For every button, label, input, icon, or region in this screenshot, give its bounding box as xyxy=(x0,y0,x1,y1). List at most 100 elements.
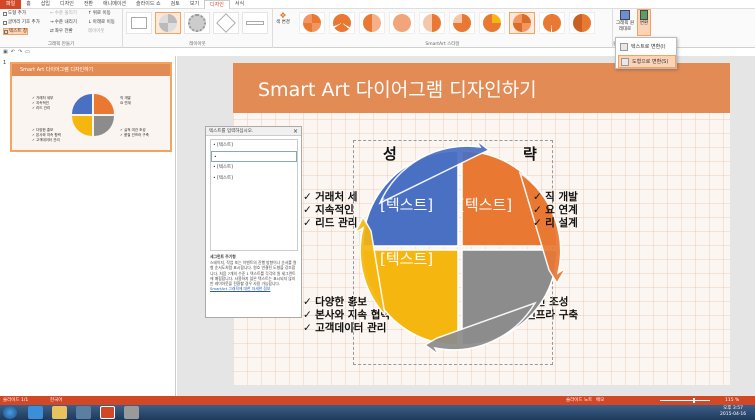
text-pane-item[interactable] xyxy=(211,151,297,163)
text-pane-list[interactable]: [텍스트] [텍스트] [텍스트] xyxy=(210,139,298,251)
text-pane-title: 텍스트를 입력하십시오. xyxy=(209,129,254,134)
layout-description: 세그먼트 주기형 스테이지, 작업 또는 이벤트의 진행 방향이나 순서를 원형… xyxy=(210,254,298,291)
tab-format[interactable]: 서식 xyxy=(230,0,249,9)
zoom-slider[interactable] xyxy=(660,400,710,401)
slide[interactable]: Smart Art 다이어그램 디자인하기 성 략 거래처 세 지속적인 리드 … xyxy=(233,63,730,385)
style-option-3[interactable] xyxy=(359,12,385,34)
start-slideshow-icon[interactable]: ▭ xyxy=(25,49,30,55)
style-option-9[interactable] xyxy=(539,12,565,34)
layout-option-gear[interactable] xyxy=(184,12,210,34)
move-down-button[interactable]: ↓ 아래로 이동 xyxy=(88,19,115,26)
segment-text-blue[interactable]: [텍스트] xyxy=(380,194,433,215)
tab-file[interactable]: 파일 xyxy=(0,0,22,9)
svg-text:✓ 지속적인: ✓ 지속적인 xyxy=(32,100,49,105)
layout-option-radial[interactable] xyxy=(213,12,239,34)
demote-button[interactable]: → 수준 내리기 xyxy=(50,19,77,26)
change-colors-button[interactable]: ❖ 색 변경 xyxy=(276,12,290,33)
tab-smartart-design[interactable]: 디자인 xyxy=(204,0,230,9)
bullet-icon xyxy=(3,20,7,25)
svg-text:직 개발: 직 개발 xyxy=(120,95,132,100)
add-shape-button[interactable]: 도형 추가 xyxy=(3,10,26,17)
smartart-text-pane[interactable]: 텍스트를 입력하십시오. × [텍스트] [텍스트] [텍스트] 세그먼트 주기… xyxy=(205,126,302,318)
segment-text-yellow[interactable]: [텍스트] xyxy=(380,248,433,269)
demote-icon: → xyxy=(50,20,54,25)
tab-animations[interactable]: 애니메이션 xyxy=(98,0,131,9)
tab-review[interactable]: 검토 xyxy=(166,0,185,9)
layout-option-segmented-cycle[interactable] xyxy=(155,12,181,34)
convert-to-shapes-item[interactable]: 도형으로 변환(S) xyxy=(618,55,676,68)
style-option-5[interactable] xyxy=(419,12,445,34)
style-option-7[interactable] xyxy=(479,12,505,34)
redo-icon[interactable]: ↷ xyxy=(18,49,22,55)
tab-design[interactable]: 디자인 xyxy=(55,0,79,9)
reset-graphic-button[interactable]: 그래픽 원래대로 xyxy=(615,10,635,36)
text-pane-item[interactable]: [텍스트] xyxy=(211,140,297,151)
folder-icon[interactable] xyxy=(52,406,67,419)
create-graphic-group: 도형 추가 글머리 기호 추가 텍스트 창 ← 수준 올리기 → 수준 내리기 ⇄ 좌… xyxy=(0,9,123,48)
zoom-level[interactable]: 115 % xyxy=(725,396,739,405)
smartart-help-link[interactable]: SmartArt 그래픽에 대한 자세한 정보 xyxy=(210,286,298,291)
promote-icon: ← xyxy=(50,11,54,16)
reset-graphic-icon xyxy=(620,10,630,20)
promote-button[interactable]: ← 수준 올리기 xyxy=(50,10,77,17)
comments-button[interactable]: 메모 xyxy=(596,396,604,405)
bullet-item: 리 설계 xyxy=(533,217,578,230)
right-top-bullets[interactable]: 직 개발 요 연계 리 설계 xyxy=(533,191,578,230)
add-shape-icon xyxy=(3,11,7,16)
layout-description-body: 스테이지, 작업 또는 이벤트의 진행 방향이나 순서를 원형 순서도처럼 표시… xyxy=(210,260,297,287)
style-option-6[interactable] xyxy=(449,12,475,34)
tab-home[interactable]: 홈 xyxy=(21,0,36,9)
zoom-slider-thumb[interactable] xyxy=(693,398,695,403)
tab-slideshow[interactable]: 슬라이드 쇼 xyxy=(131,0,166,9)
text-pane-item[interactable]: [텍스트] xyxy=(211,173,297,184)
tab-transitions[interactable]: 전환 xyxy=(79,0,98,9)
convert-menu: 텍스트로 변환(I) 도형으로 변환(S) xyxy=(615,37,677,69)
smartart-styles-label: SmartArt 스타일 xyxy=(425,42,460,47)
app-icon[interactable] xyxy=(124,406,139,419)
slide-thumbnail-pane: 1 Smart Art 다이어그램 디자인하기 ✓ 거래처 세부 ✓ 지속적인 ✓ … xyxy=(0,56,176,396)
arrow-down-icon: ↓ xyxy=(88,20,92,25)
arrow-up-icon: ↑ xyxy=(88,11,92,16)
text-pane-item[interactable]: [텍스트] xyxy=(211,162,297,173)
left-top-bullets[interactable]: 거래처 세 지속적인 리드 관리 xyxy=(303,191,357,230)
move-up-button[interactable]: ↑ 위로 이동 xyxy=(88,10,111,17)
media-icon[interactable] xyxy=(76,406,91,419)
layout-option-hierarchy[interactable] xyxy=(126,12,152,34)
rtl-button[interactable]: ⇄ 좌우 전환 xyxy=(50,28,73,35)
style-option-4[interactable] xyxy=(389,12,415,34)
tab-view[interactable]: 보기 xyxy=(185,0,204,9)
notes-button[interactable]: 슬라이드 노트 xyxy=(566,396,592,405)
layout-button[interactable]: 레이아웃 xyxy=(88,28,105,35)
layout-option-cycle[interactable] xyxy=(242,12,268,34)
thumbnail-diagram: ✓ 거래처 세부✓ 지속적인✓ 리드 관리 ✓ 다양한 홍보✓ 본사와 지속 협… xyxy=(32,94,150,142)
ie-icon[interactable] xyxy=(28,406,43,419)
undo-icon[interactable]: ↶ xyxy=(11,49,15,55)
segment-text-orange[interactable]: [텍스트] xyxy=(459,194,512,215)
status-bar: 슬라이드 1/1 한국어 슬라이드 노트 메모 115 % xyxy=(0,396,755,405)
svg-text:✓ 본사와 지속 협력: ✓ 본사와 지속 협력 xyxy=(32,132,61,137)
clock[interactable]: 오후 3:57 2015-04-16 xyxy=(720,406,746,418)
language-indicator[interactable]: 한국어 xyxy=(50,396,62,405)
convert-button[interactable]: 변환 xyxy=(637,9,651,36)
slide-title[interactable]: Smart Art 다이어그램 디자인하기 xyxy=(258,75,537,102)
powerpoint-icon[interactable] xyxy=(100,406,115,419)
clock-time: 오후 3:57 xyxy=(723,406,743,411)
convert-icon xyxy=(640,10,648,20)
style-option-1[interactable] xyxy=(299,12,325,34)
start-button-icon[interactable] xyxy=(3,406,17,419)
style-option-10[interactable] xyxy=(569,12,595,34)
svg-text:✓ 거래처 세부: ✓ 거래처 세부 xyxy=(32,95,54,100)
style-option-2[interactable] xyxy=(329,12,355,34)
bullet-item: 직 개발 xyxy=(533,191,578,204)
add-bullet-button[interactable]: 글머리 기호 추가 xyxy=(3,19,40,26)
smartart-styles-group: ❖ 색 변경 SmartArt 스타일 xyxy=(273,9,613,48)
save-icon[interactable]: ▣ xyxy=(3,49,8,55)
rtl-icon: ⇄ xyxy=(50,29,54,34)
style-option-8[interactable] xyxy=(509,12,535,34)
convert-to-text-item[interactable]: 텍스트로 변환(I) xyxy=(618,40,676,53)
text-pane-button[interactable]: 텍스트 창 xyxy=(3,28,28,35)
close-icon[interactable]: × xyxy=(293,127,298,136)
layout-description-title: 세그먼트 주기형 xyxy=(210,254,236,259)
slide-thumbnail[interactable]: Smart Art 다이어그램 디자인하기 ✓ 거래처 세부 ✓ 지속적인 ✓ 리드… xyxy=(10,62,172,152)
tab-insert[interactable]: 삽입 xyxy=(36,0,55,9)
